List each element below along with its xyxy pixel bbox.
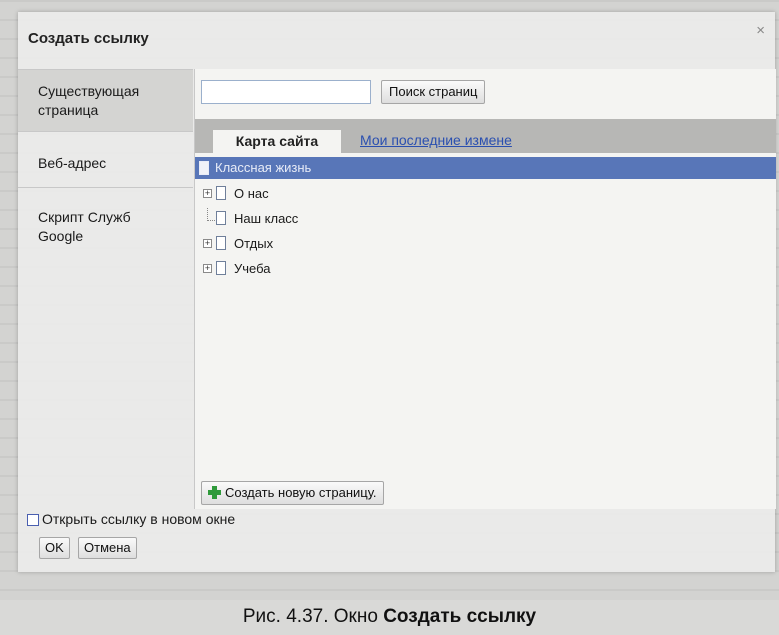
page-icon: [216, 236, 226, 250]
caption-prefix: Рис. 4.37. Окно: [242, 606, 384, 627]
create-new-page-button[interactable]: Создать новую страницу.: [201, 481, 384, 505]
expand-icon[interactable]: +: [203, 239, 212, 248]
tree-item-label: О нас: [234, 186, 269, 201]
nav-item-existing-page[interactable]: Существующая страница: [18, 70, 193, 132]
create-link-dialog: Создать ссылку × Существующая страница В…: [18, 12, 776, 572]
tab-sitemap[interactable]: Карта сайта: [213, 130, 341, 153]
close-icon[interactable]: ×: [756, 22, 765, 39]
tree-item-label: Учеба: [234, 261, 271, 276]
figure-caption: Рис. 4.37. Окно Создать ссылку: [0, 606, 779, 628]
tree-connector: [207, 208, 215, 221]
caption-bold: Создать ссылку: [383, 606, 537, 627]
page-icon: [216, 186, 226, 200]
tree-root-item[interactable]: Классная жизнь: [195, 157, 776, 179]
expand-icon[interactable]: +: [203, 189, 212, 198]
nav-item-google-script[interactable]: Скрипт Служб Google: [18, 188, 193, 252]
open-in-new-window-option[interactable]: Открыть ссылку в новом окне: [27, 511, 235, 527]
plus-icon: [208, 486, 221, 499]
new-window-label: Открыть ссылку в новом окне: [42, 511, 236, 527]
create-new-page-label: Создать новую страницу.: [225, 485, 377, 500]
page-icon: [216, 261, 226, 275]
nav-item-web-address[interactable]: Веб-адрес: [18, 132, 193, 188]
tree-item-label: Отдых: [234, 236, 274, 251]
tab-recent-changes[interactable]: Мои последние измене: [360, 132, 512, 148]
page-icon: [216, 211, 226, 225]
tab-bar: Карта сайта Мои последние измене: [195, 119, 776, 153]
link-type-nav: Существующая страница Веб-адрес Скрипт С…: [18, 69, 193, 510]
page-search-input[interactable]: [201, 80, 371, 104]
page-icon: [199, 161, 209, 175]
ok-button[interactable]: OK: [39, 537, 70, 559]
dialog-title: Создать ссылку: [28, 30, 149, 47]
tree-root-label: Классная жизнь: [215, 160, 312, 175]
page-picker-pane: Поиск страниц Карта сайта Мои последние …: [194, 69, 776, 509]
cancel-button[interactable]: Отмена: [78, 537, 137, 559]
tree-item-label: Наш класс: [234, 211, 299, 226]
search-pages-button[interactable]: Поиск страниц: [381, 80, 486, 104]
expand-icon[interactable]: +: [203, 264, 212, 273]
new-window-checkbox[interactable]: [27, 514, 39, 526]
